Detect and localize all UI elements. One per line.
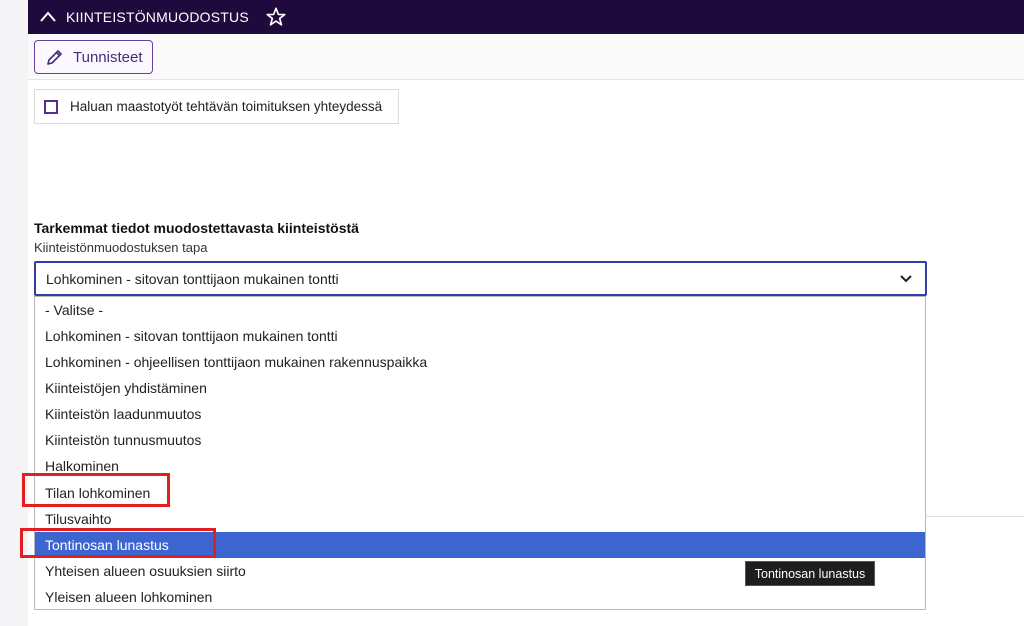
- field-label: Kiinteistönmuodostuksen tapa: [34, 240, 208, 255]
- dropdown-option[interactable]: Yleisen alueen lohkominen: [35, 584, 925, 610]
- section-header-title: KIINTEISTÖNMUODOSTUS: [66, 9, 249, 25]
- maastotyot-checkbox[interactable]: [44, 99, 58, 114]
- divider: [926, 516, 1024, 517]
- maastotyot-checkbox-row[interactable]: Haluan maastotyöt tehtävän toimituksen y…: [34, 89, 399, 124]
- tooltip: Tontinosan lunastus: [745, 561, 875, 586]
- dropdown-option[interactable]: Kiinteistöjen yhdistäminen: [35, 375, 925, 401]
- dropdown-option[interactable]: Kiinteistön tunnusmuutos: [35, 427, 925, 453]
- maastotyot-checkbox-label: Haluan maastotyöt tehtävän toimituksen y…: [70, 99, 383, 114]
- dropdown-option[interactable]: Lohkominen - sitovan tonttijaon mukainen…: [35, 323, 925, 349]
- pencil-icon: [47, 50, 62, 65]
- toolbar: Tunnisteet: [28, 34, 1024, 80]
- section-title: Tarkemmat tiedot muodostettavasta kiinte…: [34, 220, 359, 236]
- muodostuksen-tapa-select[interactable]: Lohkominen - sitovan tonttijaon mukainen…: [34, 261, 927, 296]
- dropdown-option[interactable]: Kiinteistön laadunmuutos: [35, 401, 925, 427]
- tunnisteet-button[interactable]: Tunnisteet: [34, 40, 153, 74]
- dropdown-option[interactable]: - Valitse -: [35, 297, 925, 323]
- tunnisteet-button-label: Tunnisteet: [73, 48, 143, 66]
- select-value: Lohkominen - sitovan tonttijaon mukainen…: [46, 270, 339, 287]
- chevron-up-icon[interactable]: [38, 7, 58, 27]
- annotation-box-tontinosan-lunastus: [20, 528, 216, 558]
- section-header[interactable]: KIINTEISTÖNMUODOSTUS: [28, 0, 1024, 34]
- dropdown-option[interactable]: Lohkominen - ohjeellisen tonttijaon muka…: [35, 349, 925, 375]
- star-icon[interactable]: [265, 6, 287, 28]
- chevron-down-icon: [900, 275, 912, 283]
- annotation-box-tilan-lohkominen: [22, 473, 170, 507]
